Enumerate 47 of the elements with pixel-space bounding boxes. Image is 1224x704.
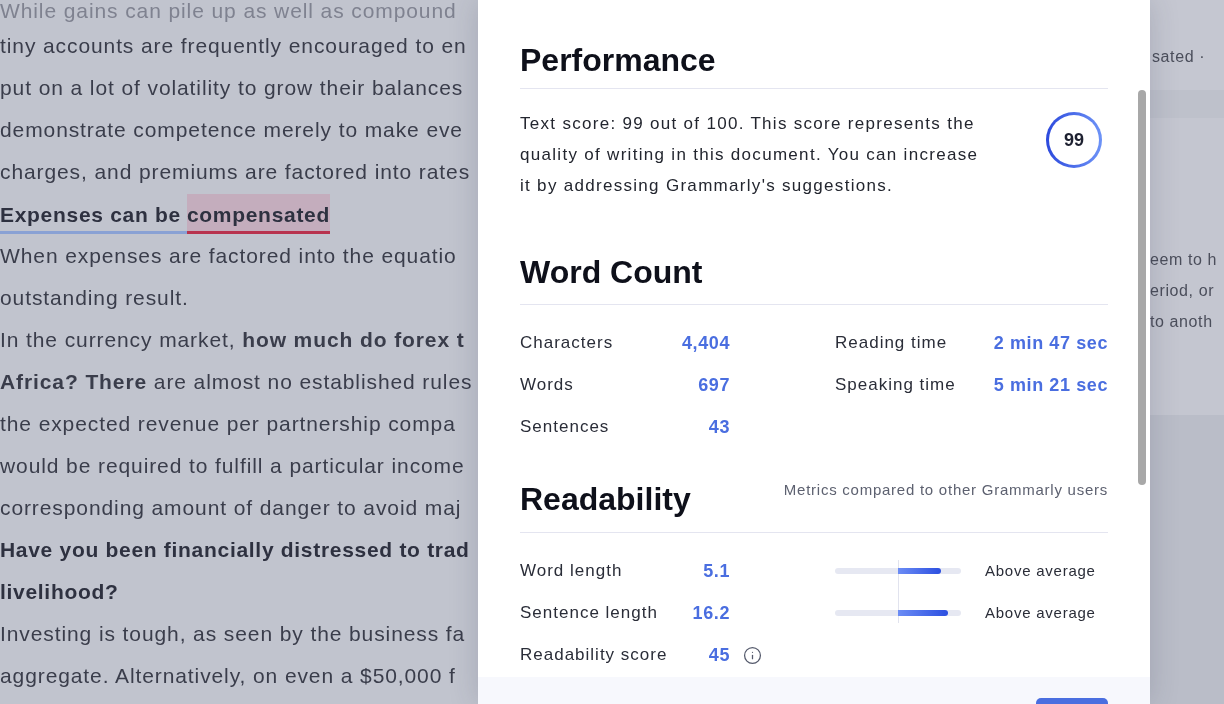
body-text: the expected revenue per partnership compa	[0, 411, 456, 437]
bold-text: livelihood?	[0, 579, 119, 605]
section-title: Word Count	[520, 253, 703, 292]
body-text: demonstrate competence merely to make eve	[0, 117, 463, 143]
stat-label: Sentences	[520, 416, 610, 439]
bold-text: Have you been financially distressed to trad	[0, 537, 470, 563]
stat-label: Reading time	[835, 332, 948, 355]
highlighted-text[interactable]: compensated	[186, 194, 330, 234]
stat-value: 697	[698, 373, 730, 397]
stat-label: Speaking time	[835, 374, 956, 397]
body-text: Africa? There are almost no established rules	[0, 369, 473, 395]
metric-rating: Above average	[985, 602, 1096, 623]
body-text: charges, and premiums are factored into rates	[0, 159, 471, 185]
metric-label: Word length	[520, 560, 623, 583]
body-text: corresponding amount of danger to avoid maj	[0, 495, 462, 521]
scrollbar-thumb[interactable]	[1138, 90, 1146, 485]
body-text: would be required to fulfill a particular income	[0, 453, 465, 479]
stat-value: 5 min 21 sec	[993, 373, 1108, 397]
body-text: outstanding result.	[0, 285, 189, 311]
card-text: to anoth	[1150, 312, 1213, 332]
metric-value: 45	[708, 643, 730, 667]
stat-value: 4,404	[681, 331, 730, 355]
footer-button[interactable]	[1036, 698, 1108, 704]
body-text: Investing is tough, as seen by the business fa	[0, 621, 466, 647]
card-text: eem to h	[1150, 250, 1218, 270]
section-title: Performance	[520, 41, 716, 80]
metric-label: Sentence length	[520, 602, 658, 625]
metric-value: 5.1	[703, 559, 730, 583]
stat-label: Characters	[520, 332, 614, 355]
metric-label: Readability score	[520, 644, 668, 667]
body-text: aggregate. Alternatively, on even a $50,000 f	[0, 663, 456, 689]
card-text: eriod, or	[1150, 281, 1215, 301]
comparison-note: Metrics compared to other Grammarly users	[783, 480, 1108, 500]
stat-value: 43	[708, 415, 730, 439]
score-description: Text score: 99 out of 100. This score represents the quality of writing in this document. You can increase it by addressing Grammarly's suggestions.	[520, 113, 980, 197]
body-text: tiny accounts are frequently encouraged to en	[0, 33, 467, 59]
card-title-text: sated ·	[1152, 47, 1206, 67]
metric-value: 16.2	[692, 601, 730, 625]
metric-rating: Above average	[985, 560, 1096, 581]
body-text: put on a lot of volatility to grow their balances	[0, 75, 464, 101]
body-text: While gains can pile up as well as compound	[0, 0, 457, 24]
body-text: When expenses are factored into the equatio	[0, 243, 457, 269]
section-title: Readability	[520, 480, 691, 519]
stat-label: Words	[520, 374, 574, 397]
stat-value: 2 min 47 sec	[993, 331, 1108, 355]
info-icon[interactable]	[743, 645, 762, 665]
body-text: In the currency market, how much do forex t	[0, 327, 465, 353]
